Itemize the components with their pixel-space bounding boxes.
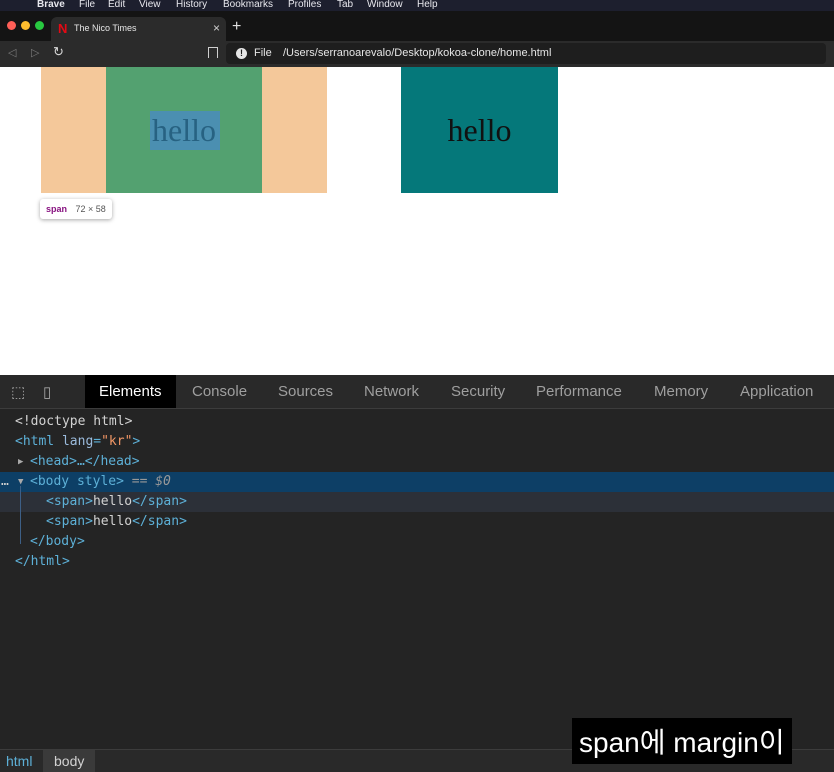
lang-attr: lang [61,434,94,449]
dom-node-doctype[interactable]: <!doctype html> [0,412,834,432]
tab-console[interactable]: Console [178,375,261,408]
dom-node-body-close[interactable]: </body> [0,532,834,552]
reload-icon[interactable]: ↻ [53,44,64,60]
address-bar[interactable]: ! File /Users/serranoarevalo/Desktop/kok… [226,43,826,64]
span-open-tag: <span> [46,514,93,529]
span-close-tag: </span> [132,494,187,509]
tab-sources[interactable]: Sources [264,375,347,408]
inspect-element-icon[interactable]: ⬚ [11,383,25,401]
window-close-button[interactable] [7,21,16,30]
expand-arrow-icon[interactable]: ▶ [18,452,23,472]
menu-window[interactable]: Window [367,0,403,10]
tab-performance[interactable]: Performance [522,375,636,408]
back-icon[interactable]: ◁ [8,46,16,59]
url-scheme-label: File [254,47,272,59]
window-zoom-button[interactable] [35,21,44,30]
dom-node-body-selected[interactable]: … ▼ <body style> == $0 [0,472,834,492]
page-viewport: hello hello span 72 × 58 [0,67,834,375]
video-subtitle: span에 margin이 [572,718,792,764]
site-info-icon[interactable]: ! [236,48,247,59]
menu-edit[interactable]: Edit [108,0,125,10]
span-close-tag: </span> [132,514,187,529]
menu-tab[interactable]: Tab [337,0,353,10]
indent-guide [20,486,21,544]
tab-title: The Nico Times [74,23,137,33]
breadcrumb-body[interactable]: body [43,750,96,772]
bookmark-icon[interactable] [208,47,218,58]
menu-help[interactable]: Help [417,0,438,10]
dom-node-html[interactable]: <html lang="kr"> [0,432,834,452]
tab-application[interactable]: Application [726,375,827,408]
window-minimize-button[interactable] [21,21,30,30]
url-text[interactable]: /Users/serranoarevalo/Desktop/kokoa-clon… [283,47,551,59]
tab-security[interactable]: Security [437,375,519,408]
tab-elements[interactable]: Elements [85,375,176,408]
dom-node-span-1[interactable]: <span>hello</span> [0,492,834,512]
devtools-tab-bar: ⬚ ▯ Elements Console Sources Network Sec… [0,375,834,409]
dom-node-html-close[interactable]: </html> [0,552,834,572]
toolbar: ◁ ▷ ↻ ! File /Users/serranoarevalo/Deskt… [0,41,834,67]
span2-text[interactable]: hello [401,111,558,149]
tab-close-icon[interactable]: × [213,21,220,35]
span-text: hello [92,514,133,529]
macos-menubar: Brave File Edit View History Bookmarks P… [0,0,834,11]
forward-icon[interactable]: ▷ [31,46,39,59]
head-tag: <head>…</head> [30,454,140,469]
menu-profiles[interactable]: Profiles [288,0,321,10]
browser-tab-active[interactable]: N The Nico Times × [51,17,226,41]
tooltip-size: 72 × 58 [75,204,106,214]
netflix-favicon-icon: N [58,21,68,36]
tab-network[interactable]: Network [350,375,433,408]
html-close-tag: </html> [15,554,70,569]
device-toolbar-icon[interactable]: ▯ [43,383,51,401]
span1-text[interactable]: hello [106,111,262,149]
menu-history[interactable]: History [176,0,207,10]
tab-memory[interactable]: Memory [640,375,722,408]
doctype-text: <!doctype html> [15,414,133,429]
menu-app-name[interactable]: Brave [37,0,65,10]
menu-bookmarks[interactable]: Bookmarks [223,0,273,10]
menu-file[interactable]: File [79,0,95,10]
browser-tab-strip: N The Nico Times × + [0,11,834,41]
dom-node-span-2[interactable]: <span>hello</span> [0,512,834,532]
body-close-tag: </body> [30,534,85,549]
lang-value: "kr" [101,434,133,449]
breadcrumb-html[interactable]: html [6,750,32,772]
body-tag: <body style> [30,474,124,489]
dom-node-head[interactable]: ▶ <head>…</head> [0,452,834,472]
inspect-tooltip: span 72 × 58 [40,199,112,219]
selected-marker: == $0 [131,474,171,489]
html-tag: <html [15,434,55,449]
span-text: hello [92,494,133,509]
tooltip-tag: span [46,204,68,214]
new-tab-button[interactable]: + [232,19,241,35]
devtools-panel: ⬚ ▯ Elements Console Sources Network Sec… [0,375,834,772]
more-dots-icon[interactable]: … [1,472,9,492]
menu-view[interactable]: View [139,0,161,10]
span-open-tag: <span> [46,494,93,509]
